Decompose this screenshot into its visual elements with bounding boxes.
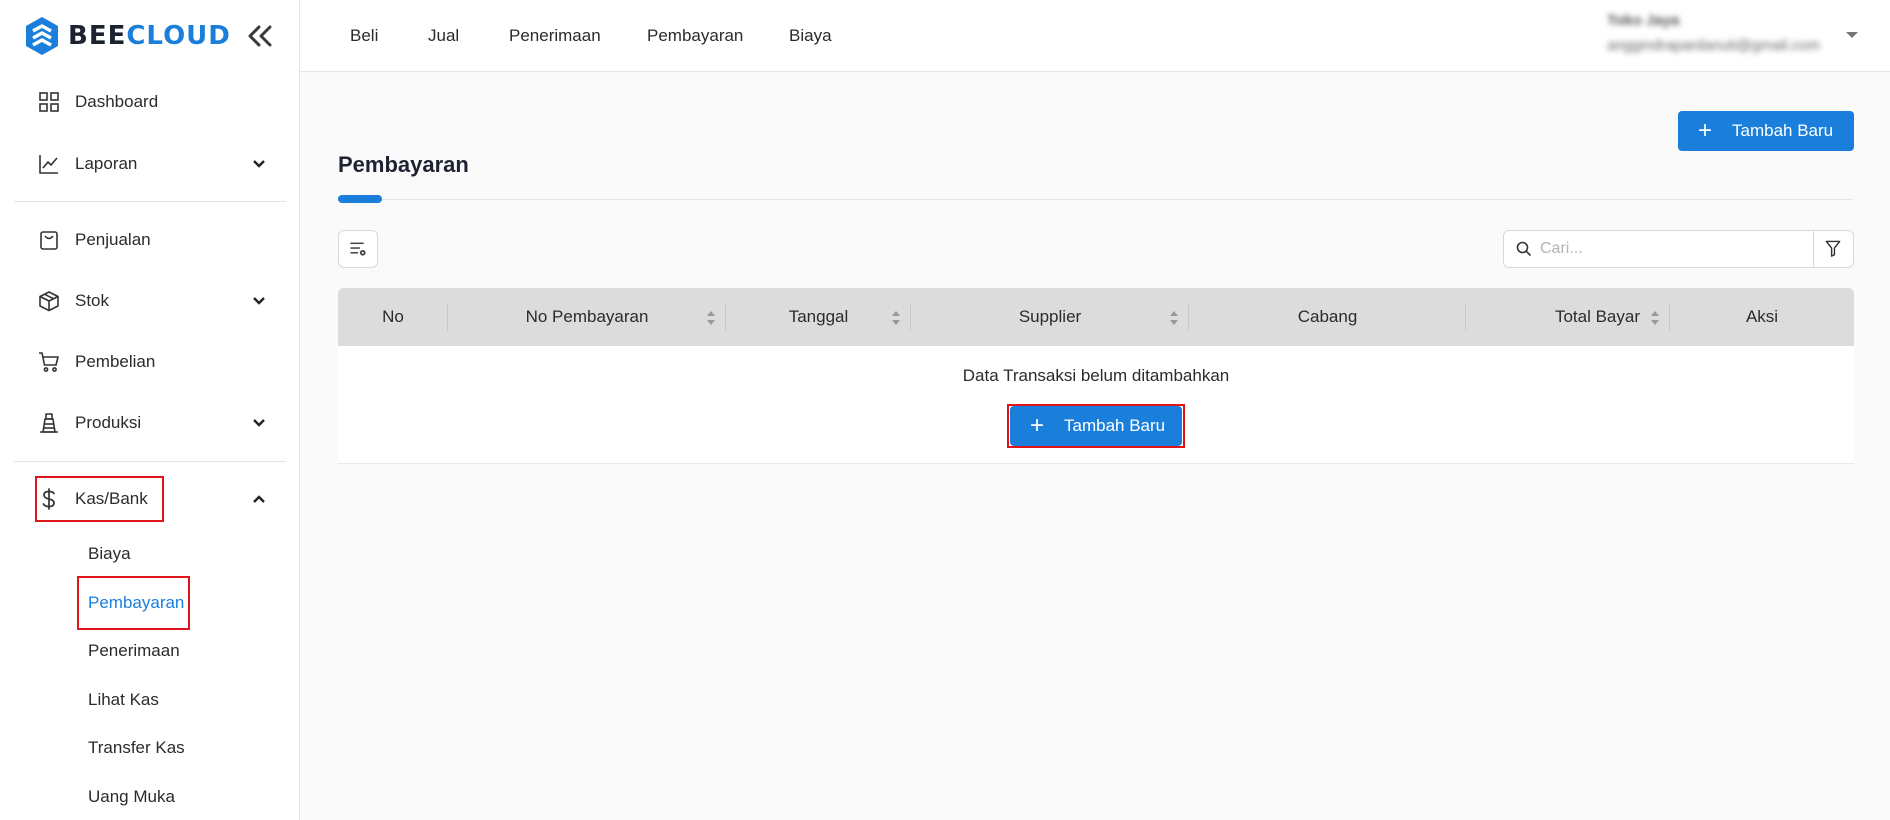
column-header-cabang: Cabang — [1189, 288, 1466, 346]
sidebar-item-label: Penjualan — [75, 230, 151, 249]
column-header-label: No Pembayaran — [525, 307, 649, 326]
sidebar-divider — [14, 461, 286, 462]
add-new-button[interactable]: + Tambah Baru — [1678, 111, 1854, 151]
user-menu[interactable]: Toko Jaya anggindrapardanuti@gmail.com — [1607, 12, 1820, 54]
add-new-button-label: Tambah Baru — [1732, 121, 1834, 140]
column-header-label: Supplier — [1018, 307, 1082, 326]
highlight-box-empty-add — [1007, 404, 1185, 448]
column-header-label: Cabang — [1297, 307, 1358, 326]
title-accent-bar — [338, 195, 382, 203]
column-header-label: Aksi — [1745, 307, 1779, 326]
sidebar-item-penjualan[interactable]: Penjualan — [14, 215, 286, 265]
column-header-supplier[interactable]: Supplier — [911, 288, 1189, 346]
brand[interactable]: BEECLOUD — [24, 16, 231, 56]
sort-icon[interactable] — [706, 309, 716, 327]
column-header-total-bayar[interactable]: Total Bayar — [1466, 288, 1670, 346]
sidebar-item-label: Stok — [75, 291, 110, 310]
sort-icon[interactable] — [1650, 309, 1660, 327]
column-header-label: Tanggal — [788, 307, 849, 326]
search-input[interactable] — [1540, 231, 1800, 267]
sidebar-item-dashboard[interactable]: Dashboard — [14, 77, 286, 127]
search-icon — [1516, 241, 1532, 257]
submenu-item-transfer-kas[interactable]: Transfer Kas — [88, 738, 185, 758]
chevron-down-icon — [253, 419, 265, 427]
sidebar-item-label: Dashboard — [75, 92, 159, 111]
topnav-penerimaan[interactable]: Penerimaan — [509, 26, 601, 46]
column-settings-icon — [350, 242, 366, 256]
collapse-sidebar-icon[interactable] — [246, 24, 274, 48]
brand-name-part2: CLOUD — [126, 21, 231, 51]
user-email: anggindrapardanuti@gmail.com — [1607, 37, 1820, 54]
caret-down-icon[interactable] — [1846, 32, 1858, 38]
submenu-item-lihat-kas[interactable]: Lihat Kas — [88, 690, 159, 710]
column-header-no-pembayaran[interactable]: No Pembayaran — [448, 288, 726, 346]
filter-button[interactable] — [1813, 230, 1854, 268]
box-icon — [39, 291, 59, 312]
sidebar-item-produksi[interactable]: Produksi — [14, 398, 286, 448]
empty-state-message: Data Transaksi belum ditambahkan — [962, 366, 1230, 385]
search-box — [1503, 230, 1814, 268]
column-header-label: No — [382, 307, 404, 326]
submenu-item-uang-muka[interactable]: Uang Muka — [88, 787, 175, 807]
highlight-box-pembayaran — [77, 576, 190, 630]
topbar: Beli Jual Penerimaan Pembayaran Biaya To… — [300, 0, 1890, 72]
sidebar-item-stok[interactable]: Stok — [14, 276, 286, 326]
column-header-label: Total Bayar — [1554, 307, 1640, 326]
sidebar-item-label: Produksi — [75, 413, 142, 432]
factory-icon — [40, 413, 58, 433]
highlight-box-kas-bank — [35, 476, 164, 522]
table-body: Data Transaksi belum ditambahkan + Tamba… — [338, 346, 1854, 464]
submenu-item-penerimaan[interactable]: Penerimaan — [88, 641, 180, 661]
brand-name: BEECLOUD — [68, 21, 231, 51]
chevron-down-icon — [253, 297, 265, 305]
page-title: Pembayaran — [338, 152, 469, 177]
sort-icon[interactable] — [891, 309, 901, 327]
sidebar-item-label: Laporan — [75, 154, 138, 173]
topnav-beli[interactable]: Beli — [350, 26, 378, 46]
cart-icon — [39, 352, 59, 372]
grid-icon — [39, 92, 59, 112]
topnav-biaya[interactable]: Biaya — [789, 26, 832, 46]
shopping-bag-icon — [40, 231, 58, 250]
brand-name-part1: BEE — [68, 21, 127, 51]
sidebar-item-laporan[interactable]: Laporan — [14, 139, 286, 189]
column-header-no: No — [338, 288, 448, 346]
filter-icon — [1825, 240, 1841, 257]
sort-icon[interactable] — [1169, 309, 1179, 327]
sidebar-item-pembelian[interactable]: Pembelian — [14, 337, 286, 387]
title-divider — [338, 199, 1853, 200]
plus-icon: + — [1698, 117, 1713, 144]
table-header: No No Pembayaran Tanggal Supplier Cabang… — [338, 288, 1854, 346]
sidebar-divider — [14, 201, 286, 202]
submenu-item-biaya[interactable]: Biaya — [88, 544, 131, 564]
topnav-pembayaran[interactable]: Pembayaran — [647, 26, 743, 46]
sidebar: BEECLOUD Dashboard Laporan Penjualan Sto… — [0, 0, 300, 820]
chevron-down-icon — [253, 160, 265, 168]
column-header-tanggal[interactable]: Tanggal — [726, 288, 911, 346]
chevron-up-icon — [253, 495, 265, 503]
user-name: Toko Jaya — [1607, 12, 1680, 29]
sidebar-item-label: Pembelian — [75, 352, 156, 371]
topnav-jual[interactable]: Jual — [428, 26, 459, 46]
beecloud-logo-icon — [26, 17, 58, 55]
chart-line-icon — [39, 155, 58, 174]
column-header-aksi: Aksi — [1670, 288, 1854, 346]
column-settings-button[interactable] — [338, 230, 378, 268]
